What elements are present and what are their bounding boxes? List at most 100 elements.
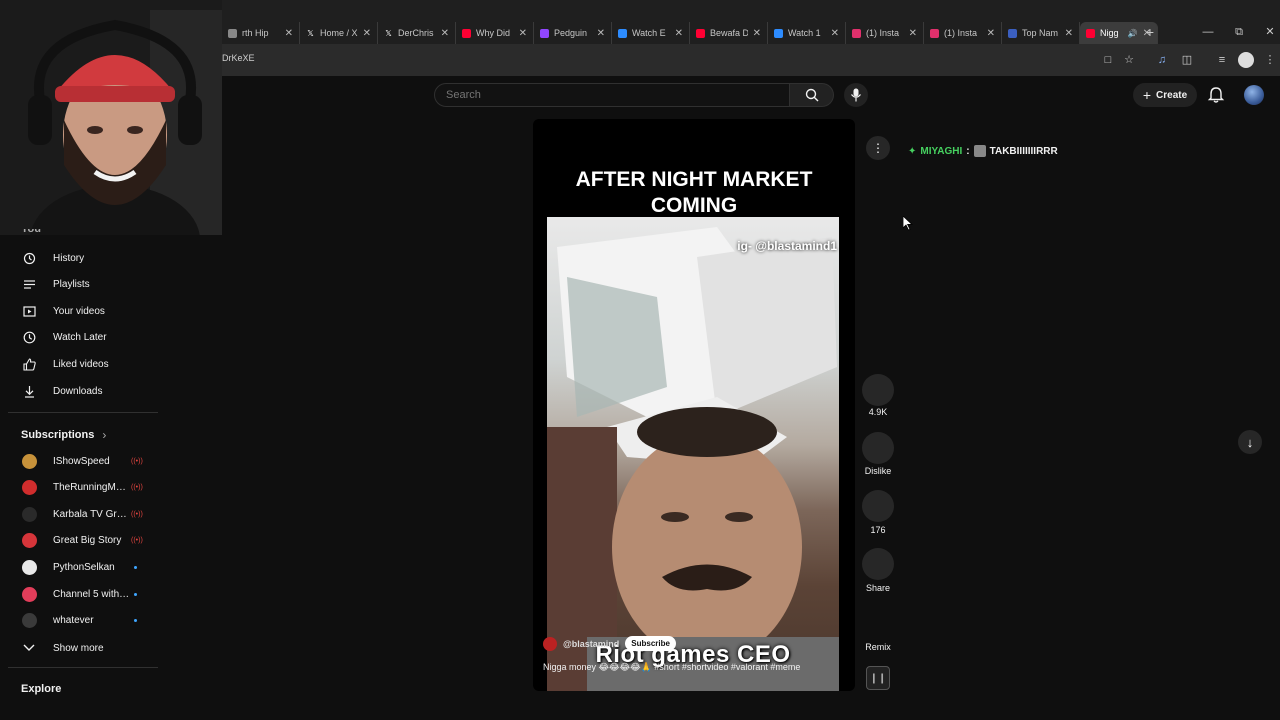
tab-close-icon[interactable]: ✕ bbox=[285, 28, 293, 39]
subscriptions-heading[interactable]: Subscriptions › bbox=[21, 428, 106, 442]
share-button[interactable] bbox=[862, 548, 894, 580]
channel-avatar[interactable] bbox=[543, 636, 557, 651]
plus-icon: + bbox=[1142, 87, 1152, 103]
new-tab-button[interactable]: + bbox=[1141, 22, 1159, 42]
browser-tab[interactable]: Bewafa D ✕ bbox=[690, 22, 768, 44]
sidebar-item-your-videos[interactable]: Your videos bbox=[0, 298, 160, 324]
twitch-icon bbox=[540, 28, 549, 38]
profile-icon[interactable] bbox=[1238, 52, 1254, 68]
tab-title: Why Did bbox=[476, 28, 511, 38]
chat-username: MIYAGHI bbox=[920, 145, 963, 157]
cast-icon[interactable]: □ bbox=[1100, 52, 1116, 68]
sidebar-item-label: Your videos bbox=[53, 305, 105, 317]
browser-tab[interactable]: (1) Insta ✕ bbox=[924, 22, 1002, 44]
search-input[interactable] bbox=[434, 83, 790, 107]
browser-tab[interactable]: Watch E ✕ bbox=[612, 22, 690, 44]
channel-name[interactable]: @blastamind bbox=[563, 639, 619, 649]
browser-tab[interactable]: Top Nam ✕ bbox=[1002, 22, 1080, 44]
like-count: 4.9K bbox=[868, 407, 888, 417]
subscription-item[interactable]: PythonSelkan bbox=[0, 554, 160, 580]
like-button[interactable] bbox=[862, 374, 894, 406]
tab-audio-icon[interactable]: 🔊 bbox=[1128, 29, 1138, 38]
bookmark-star-icon[interactable]: ☆ bbox=[1121, 52, 1137, 68]
waveform-icon: ❙❙ bbox=[869, 672, 887, 684]
tab-close-icon[interactable]: ✕ bbox=[597, 28, 605, 39]
channel-avatar bbox=[22, 586, 37, 602]
minimize-button[interactable]: — bbox=[1199, 24, 1217, 40]
tab-close-icon[interactable]: ✕ bbox=[753, 28, 761, 39]
tab-title: DerChris bbox=[398, 28, 434, 38]
subscription-item[interactable]: whatever bbox=[0, 608, 160, 634]
subscription-item[interactable]: Karbala TV Group ((•)) bbox=[0, 501, 160, 527]
browser-tab[interactable]: rth Hip ✕ bbox=[222, 22, 300, 44]
x-icon: 𝕏 bbox=[385, 28, 392, 38]
extensions-icon[interactable]: ◫ bbox=[1179, 52, 1195, 68]
browser-tab[interactable]: 𝕏 Home / X ✕ bbox=[300, 22, 378, 44]
subscriptions-label: Subscriptions bbox=[21, 429, 95, 441]
browser-menu-icon[interactable]: ⋮ bbox=[1262, 52, 1278, 68]
subscribe-button[interactable]: Subscribe bbox=[625, 636, 676, 651]
shorts-player[interactable]: AFTER NIGHT MARKET COMING ig- @blastamin… bbox=[533, 119, 855, 691]
tab-close-icon[interactable]: ✕ bbox=[831, 28, 839, 39]
streamer-webcam-image bbox=[0, 0, 222, 235]
youtube-icon bbox=[1086, 28, 1095, 38]
sidebar-item-watch-later[interactable]: Watch Later bbox=[0, 324, 160, 350]
globe-icon bbox=[618, 28, 627, 38]
tab-close-icon[interactable]: ✕ bbox=[987, 28, 995, 39]
browser-tab[interactable]: Pedguin ✕ bbox=[534, 22, 612, 44]
voice-search-button[interactable] bbox=[844, 83, 868, 107]
notifications-bell-icon[interactable] bbox=[1207, 86, 1225, 104]
tab-title: Watch 1 bbox=[788, 28, 821, 38]
more-options-button[interactable]: ⋮ bbox=[866, 136, 890, 160]
tab-close-icon[interactable]: ✕ bbox=[519, 28, 527, 39]
video-frame[interactable]: ig- @blastamind1 Riot games CEO bbox=[547, 217, 839, 691]
create-button[interactable]: + Create bbox=[1133, 83, 1197, 107]
tab-close-icon[interactable]: ✕ bbox=[441, 28, 449, 39]
subscription-item[interactable]: Channel 5 with Andrew Callaghan bbox=[0, 581, 160, 607]
tab-close-icon[interactable]: ✕ bbox=[1065, 28, 1073, 39]
sidebar-item-label: History bbox=[53, 252, 85, 264]
next-video-button[interactable]: ↓ bbox=[1238, 430, 1262, 454]
close-window-button[interactable]: ✕ bbox=[1261, 24, 1279, 40]
browser-tab[interactable]: Watch 1 ✕ bbox=[768, 22, 846, 44]
subscription-item[interactable]: TheRunningManZ ((•)) bbox=[0, 475, 160, 501]
chat-emote-icon bbox=[973, 145, 986, 157]
restore-button[interactable]: ⧉ bbox=[1230, 24, 1248, 40]
remix-button[interactable]: ❙❙ bbox=[866, 666, 890, 690]
sidebar-item-playlists[interactable]: Playlists bbox=[0, 271, 160, 297]
dislike-button[interactable] bbox=[862, 432, 894, 464]
show-more-button[interactable]: Show more bbox=[0, 635, 160, 661]
arrow-down-icon: ↓ bbox=[1246, 434, 1254, 450]
create-label: Create bbox=[1156, 89, 1188, 101]
browser-tab[interactable]: 𝕏 DerChris ✕ bbox=[378, 22, 456, 44]
sidebar-item-liked-videos[interactable]: Liked videos bbox=[0, 351, 160, 377]
browser-tab[interactable]: (1) Insta ✕ bbox=[846, 22, 924, 44]
subscription-item[interactable]: Great Big Story ((•)) bbox=[0, 528, 160, 554]
live-indicator-icon: ((•)) bbox=[131, 537, 143, 545]
media-controls-icon[interactable]: ≡ bbox=[1214, 52, 1230, 68]
tab-close-icon[interactable]: ✕ bbox=[909, 28, 917, 39]
subscription-item[interactable]: IShowSpeed ((•)) bbox=[0, 448, 160, 474]
new-content-dot-icon bbox=[134, 619, 137, 623]
search-button[interactable] bbox=[790, 83, 834, 107]
caption-line-1: AFTER NIGHT MARKET bbox=[575, 168, 813, 191]
audio-playing-icon[interactable]: ♫ bbox=[1154, 52, 1170, 68]
share-label: Share bbox=[865, 583, 891, 593]
subscription-name: IShowSpeed bbox=[53, 455, 110, 467]
chat-message: ✦ MIYAGHI : TAKBIIIIIIIRRR bbox=[908, 145, 1058, 157]
comments-button[interactable] bbox=[862, 490, 894, 522]
live-indicator-icon: ((•)) bbox=[131, 457, 143, 465]
tab-close-icon[interactable]: ✕ bbox=[675, 28, 683, 39]
video-description[interactable]: Nigga money 😂😂😂😂🙏 #short #shortvideo #va… bbox=[543, 662, 800, 673]
tab-close-icon[interactable]: ✕ bbox=[363, 28, 371, 39]
playlists-icon bbox=[22, 277, 36, 291]
account-avatar[interactable] bbox=[1244, 85, 1264, 105]
browser-tab[interactable]: Why Did ✕ bbox=[456, 22, 534, 44]
globe-icon bbox=[228, 28, 237, 38]
instagram-watermark: ig- @blastamind1 bbox=[737, 239, 837, 253]
url-text[interactable]: DrKeXE bbox=[222, 53, 255, 63]
sidebar-item-history[interactable]: History bbox=[0, 245, 160, 271]
subscription-name: Great Big Story bbox=[53, 535, 122, 547]
subscription-name: whatever bbox=[53, 615, 94, 627]
sidebar-item-downloads[interactable]: Downloads bbox=[0, 378, 160, 404]
